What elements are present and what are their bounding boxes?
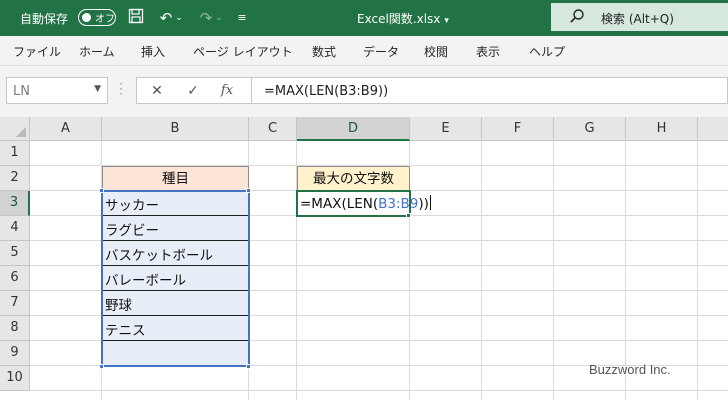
watermark: Buzzword Inc. [589,362,671,377]
autosave-toggle[interactable]: オフ [78,9,116,26]
redo-icon[interactable]: ↷ [196,8,216,28]
formula-text: =MAX(LEN(B3:B9)) [264,84,389,99]
column-header-f[interactable]: F [482,117,554,141]
range-reference-highlight [101,190,250,367]
title-bar: 自動保存 オフ ↶ ⌄ ↷ ⌄ ≡ Excel関数.xlsx ▾ 検索 (Alt+… [0,0,728,36]
tab-review[interactable]: 校閲 [424,43,448,60]
row-header-10[interactable]: 10 [0,366,30,391]
row-header-4[interactable]: 4 [0,216,30,241]
name-box-dropdown-icon[interactable]: ▼ [94,84,101,94]
toggle-knob [82,12,91,22]
formula-buttons: ✕ ✓ fx [136,77,252,104]
search-icon [569,8,585,24]
column-header-h[interactable]: H [626,117,698,141]
range-handle[interactable] [99,364,104,369]
column-header-c[interactable]: C [249,117,297,141]
cell-edit-text: =MAX(LEN(B3:B9)) [300,195,431,212]
column-header-g[interactable]: G [554,117,626,141]
gridline-h [30,390,728,391]
active-cell-d3[interactable]: =MAX(LEN(B3:B9)) [296,190,431,217]
row-header-7[interactable]: 7 [0,291,30,316]
undo-icon[interactable]: ↶ [156,8,176,28]
row-header-2[interactable]: 2 [0,166,30,191]
tab-home[interactable]: ホーム [79,43,115,60]
formula-input[interactable]: =MAX(LEN(B3:B9)) [252,77,728,104]
column-header-b[interactable]: B [102,117,249,141]
title-chevron-icon: ▾ [444,16,449,26]
select-all-corner[interactable] [0,117,30,141]
gridline-v [553,141,554,400]
row-header-6[interactable]: 6 [0,266,30,291]
customize-quick-access-icon[interactable]: ≡ [236,8,248,28]
gridline-v [697,141,698,400]
name-box[interactable]: LN ▼ [6,77,108,104]
tab-insert[interactable]: 挿入 [141,43,165,60]
tab-page-layout[interactable]: ページ レイアウト [193,43,293,60]
enter-icon[interactable]: ✓ [183,81,203,101]
column-header-d[interactable]: D [297,117,410,141]
ribbon-tabs: ファイル ホーム 挿入 ページ レイアウト 数式 データ 校閲 表示 ヘルプ [0,36,728,66]
undo-dropdown-icon[interactable]: ⌄ [174,8,184,28]
column-header-next[interactable] [698,117,728,141]
document-title[interactable]: Excel関数.xlsx ▾ [357,10,449,27]
tab-formulas[interactable]: 数式 [312,43,336,60]
range-handle[interactable] [246,188,251,193]
tab-data[interactable]: データ [363,43,399,60]
column-header-a[interactable]: A [30,117,102,141]
row-header-3[interactable]: 3 [0,191,30,216]
range-handle[interactable] [99,188,104,193]
row-header-8[interactable]: 8 [0,316,30,341]
autosave-label: 自動保存 [20,12,69,26]
row-header-1[interactable]: 1 [0,141,30,166]
tab-file[interactable]: ファイル [13,43,61,60]
select-all-triangle-icon [16,127,26,137]
text-cursor [429,195,431,210]
autosave-state: オフ [95,14,115,25]
row-header-5[interactable]: 5 [0,241,30,266]
search-placeholder: 検索 (Alt+Q) [601,12,674,26]
range-handle[interactable] [246,364,251,369]
worksheet-grid[interactable]: A B C D E F G H 1 2 3 4 5 6 7 8 9 10 種目 … [0,117,728,400]
row-header-9[interactable]: 9 [0,341,30,366]
name-box-value: LN [13,84,30,99]
gridline-v [481,141,482,400]
fill-handle[interactable] [406,213,411,218]
cancel-icon[interactable]: ✕ [147,81,167,101]
column-header-e[interactable]: E [410,117,482,141]
range-ref-text: B3:B9 [378,196,419,212]
formula-bar-grip-icon[interactable]: · · · [118,78,124,100]
insert-function-icon[interactable]: fx [217,81,237,101]
save-icon[interactable] [126,8,146,28]
tab-help[interactable]: ヘルプ [529,43,565,60]
redo-dropdown-icon[interactable]: ⌄ [214,8,224,28]
search-box[interactable]: 検索 (Alt+Q) [551,3,728,31]
cell-d2-header[interactable]: 最大の文字数 [297,166,410,191]
tab-view[interactable]: 表示 [476,43,500,60]
cell-b2-header[interactable]: 種目 [102,166,249,191]
